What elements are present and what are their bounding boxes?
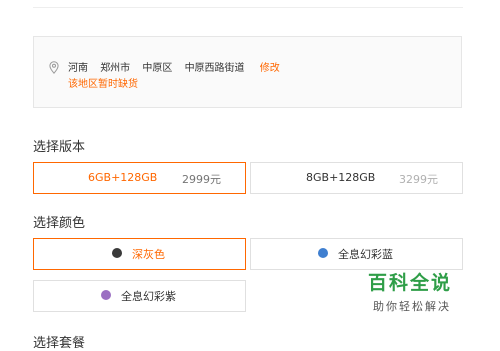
baike-quanshuo-watermark: 百科全说 助你轻松解决 [354, 266, 484, 318]
delivery-address-box: 河南 郑州市 中原区 中原西路街道 修改 该地区暂时缺货 [33, 36, 462, 108]
color-section-title: 选择颜色 [33, 216, 86, 231]
edit-address-link[interactable]: 修改 [260, 63, 280, 74]
color-swatch-holographic-purple [101, 290, 111, 300]
version-option-6gb-128gb[interactable]: 6GB+128GB 2999元 [33, 162, 246, 194]
version-option-8gb-128gb[interactable]: 8GB+128GB 3299元 [250, 162, 463, 194]
color-option-dark-gray[interactable]: 深灰色 [33, 238, 246, 270]
color-option-holographic-purple[interactable]: 全息幻彩紫 [33, 280, 246, 312]
package-section-title: 选择套餐 [33, 336, 86, 351]
color-option-name: 全息幻彩紫 [121, 290, 176, 303]
version-option-name: 6GB+128GB [88, 171, 158, 184]
top-divider [33, 7, 463, 8]
address-district: 中原区 [142, 63, 173, 74]
version-option-price: 2999元 [182, 173, 221, 186]
address-text: 河南 郑州市 中原区 中原西路街道 修改 [68, 59, 289, 74]
color-option-name: 全息幻彩蓝 [338, 248, 393, 261]
address-city: 郑州市 [100, 63, 131, 74]
location-pin-icon [49, 59, 59, 78]
color-option-name: 深灰色 [132, 248, 165, 261]
color-swatch-dark-gray [112, 248, 122, 258]
version-option-name: 8GB+128GB [306, 171, 376, 184]
watermark-subtitle: 助你轻松解决 [373, 300, 451, 313]
version-section-title: 选择版本 [33, 140, 86, 155]
watermark-title: 百科全说 [368, 272, 453, 294]
address-street: 中原西路街道 [184, 63, 245, 74]
color-swatch-holographic-blue [318, 248, 328, 258]
stock-notice: 该地区暂时缺货 [68, 79, 138, 90]
version-option-price: 3299元 [399, 173, 438, 186]
address-province: 河南 [68, 63, 88, 74]
